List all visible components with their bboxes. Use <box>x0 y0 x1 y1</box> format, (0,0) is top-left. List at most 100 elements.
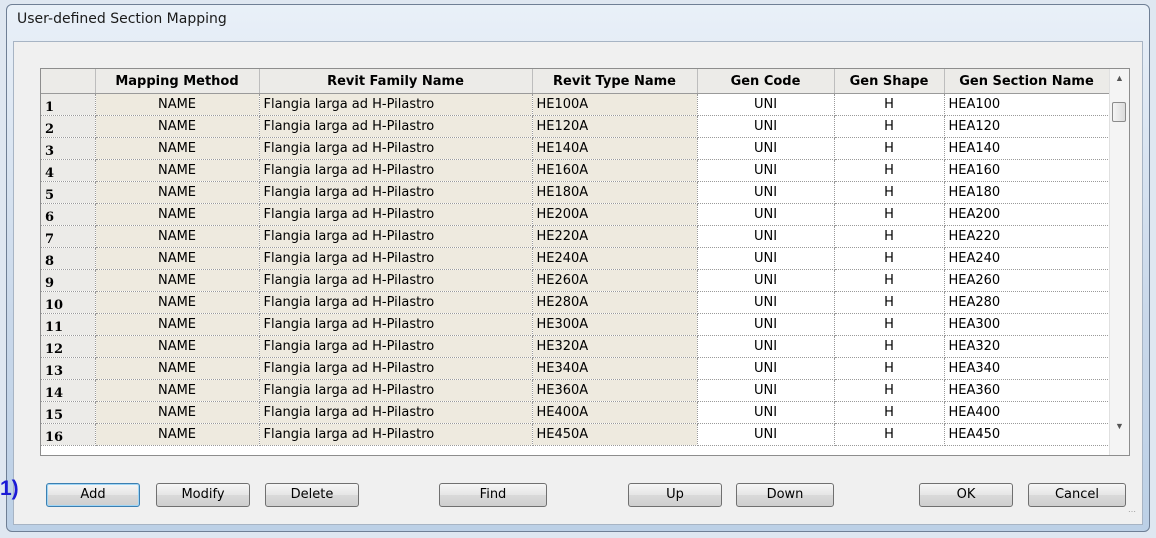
cell-revit-family-name[interactable]: Flangia larga ad H-Pilastro <box>259 115 533 138</box>
modify-button[interactable]: Modify <box>156 483 250 507</box>
up-button[interactable]: Up <box>628 483 722 507</box>
cell-gen-code[interactable]: UNI <box>697 203 835 226</box>
scroll-thumb[interactable] <box>1112 102 1126 122</box>
row-number[interactable]: 11 <box>41 313 96 336</box>
resize-grip-icon[interactable]: ⋯ <box>1124 506 1136 518</box>
cell-gen-shape[interactable]: H <box>834 335 945 358</box>
cell-gen-shape[interactable]: H <box>834 159 945 182</box>
cell-mapping-method[interactable]: NAME <box>95 423 260 446</box>
table-row[interactable]: 10 NAME Flangia larga ad H-Pilastro HE280A U… <box>41 291 1110 314</box>
cell-revit-type-name[interactable]: HE300A <box>532 313 698 336</box>
cell-gen-code[interactable]: UNI <box>697 93 835 116</box>
cell-revit-type-name[interactable]: HE180A <box>532 181 698 204</box>
cell-gen-section-name[interactable]: HEA320 <box>944 335 1110 358</box>
cell-revit-type-name[interactable]: HE360A <box>532 379 698 402</box>
cell-revit-family-name[interactable]: Flangia larga ad H-Pilastro <box>259 269 533 292</box>
cell-mapping-method[interactable]: NAME <box>95 379 260 402</box>
row-number[interactable]: 10 <box>41 291 96 314</box>
table-row[interactable]: 9 NAME Flangia larga ad H-Pilastro HE260A UN… <box>41 269 1110 292</box>
column-header-gen-code[interactable]: Gen Code <box>697 69 835 94</box>
cell-revit-type-name[interactable]: HE200A <box>532 203 698 226</box>
cell-gen-code[interactable]: UNI <box>697 247 835 270</box>
cell-gen-section-name[interactable]: HEA260 <box>944 269 1110 292</box>
cell-gen-shape[interactable]: H <box>834 401 945 424</box>
table-row[interactable]: 3 NAME Flangia larga ad H-Pilastro HE140A UN… <box>41 137 1110 160</box>
cell-gen-code[interactable]: UNI <box>697 269 835 292</box>
cell-gen-section-name[interactable]: HEA220 <box>944 225 1110 248</box>
row-number[interactable]: 8 <box>41 247 96 270</box>
cell-revit-type-name[interactable]: HE120A <box>532 115 698 138</box>
cell-gen-section-name[interactable]: HEA200 <box>944 203 1110 226</box>
cell-gen-shape[interactable]: H <box>834 313 945 336</box>
cell-gen-shape[interactable]: H <box>834 93 945 116</box>
cell-mapping-method[interactable]: NAME <box>95 357 260 380</box>
cell-gen-code[interactable]: UNI <box>697 291 835 314</box>
row-number[interactable]: 2 <box>41 115 96 138</box>
cell-gen-code[interactable]: UNI <box>697 313 835 336</box>
column-header-revit-family-name[interactable]: Revit Family Name <box>259 69 533 94</box>
column-header-gen-section-name[interactable]: Gen Section Name <box>944 69 1110 94</box>
cell-gen-code[interactable]: UNI <box>697 137 835 160</box>
table-row[interactable]: 8 NAME Flangia larga ad H-Pilastro HE240A UN… <box>41 247 1110 270</box>
table-row[interactable]: 7 NAME Flangia larga ad H-Pilastro HE220A UN… <box>41 225 1110 248</box>
cell-gen-section-name[interactable]: HEA180 <box>944 181 1110 204</box>
row-number[interactable]: 12 <box>41 335 96 358</box>
cell-revit-type-name[interactable]: HE320A <box>532 335 698 358</box>
cell-gen-shape[interactable]: H <box>834 291 945 314</box>
cell-revit-family-name[interactable]: Flangia larga ad H-Pilastro <box>259 203 533 226</box>
cell-revit-type-name[interactable]: HE140A <box>532 137 698 160</box>
cell-gen-section-name[interactable]: HEA450 <box>944 423 1110 446</box>
table-row[interactable]: 2 NAME Flangia larga ad H-Pilastro HE120A UN… <box>41 115 1110 138</box>
cell-revit-type-name[interactable]: HE400A <box>532 401 698 424</box>
table-row[interactable]: 4 NAME Flangia larga ad H-Pilastro HE160A UN… <box>41 159 1110 182</box>
column-header-revit-type-name[interactable]: Revit Type Name <box>532 69 698 94</box>
cell-gen-code[interactable]: UNI <box>697 159 835 182</box>
cell-gen-code[interactable]: UNI <box>697 423 835 446</box>
row-number[interactable]: 5 <box>41 181 96 204</box>
cell-revit-family-name[interactable]: Flangia larga ad H-Pilastro <box>259 93 533 116</box>
mapping-grid[interactable]: Mapping Method Revit Family Name Revit T… <box>40 68 1130 456</box>
table-row[interactable]: 11 NAME Flangia larga ad H-Pilastro HE300A U… <box>41 313 1110 336</box>
cell-gen-shape[interactable]: H <box>834 423 945 446</box>
find-button[interactable]: Find <box>439 483 547 507</box>
cell-gen-section-name[interactable]: HEA400 <box>944 401 1110 424</box>
cell-gen-shape[interactable]: H <box>834 379 945 402</box>
table-row[interactable]: 1 NAME Flangia larga ad H-Pilastro HE100A UN… <box>41 93 1110 116</box>
row-number[interactable]: 14 <box>41 379 96 402</box>
cell-gen-section-name[interactable]: HEA340 <box>944 357 1110 380</box>
cell-revit-type-name[interactable]: HE340A <box>532 357 698 380</box>
cell-revit-type-name[interactable]: HE280A <box>532 291 698 314</box>
column-header-gen-shape[interactable]: Gen Shape <box>834 69 945 94</box>
cell-gen-shape[interactable]: H <box>834 357 945 380</box>
cell-mapping-method[interactable]: NAME <box>95 159 260 182</box>
table-row[interactable]: 12 NAME Flangia larga ad H-Pilastro HE320A U… <box>41 335 1110 358</box>
cell-gen-shape[interactable]: H <box>834 225 945 248</box>
row-number[interactable]: 9 <box>41 269 96 292</box>
cell-revit-family-name[interactable]: Flangia larga ad H-Pilastro <box>259 357 533 380</box>
cell-gen-code[interactable]: UNI <box>697 115 835 138</box>
cell-mapping-method[interactable]: NAME <box>95 335 260 358</box>
cell-mapping-method[interactable]: NAME <box>95 313 260 336</box>
cell-gen-shape[interactable]: H <box>834 247 945 270</box>
cell-revit-type-name[interactable]: HE160A <box>532 159 698 182</box>
cell-revit-type-name[interactable]: HE100A <box>532 93 698 116</box>
cell-revit-family-name[interactable]: Flangia larga ad H-Pilastro <box>259 137 533 160</box>
cell-revit-type-name[interactable]: HE220A <box>532 225 698 248</box>
cell-gen-section-name[interactable]: HEA240 <box>944 247 1110 270</box>
cell-gen-code[interactable]: UNI <box>697 357 835 380</box>
row-number[interactable]: 15 <box>41 401 96 424</box>
row-number[interactable]: 1 <box>41 93 96 116</box>
cell-revit-type-name[interactable]: HE260A <box>532 269 698 292</box>
cell-gen-section-name[interactable]: HEA280 <box>944 291 1110 314</box>
row-number[interactable]: 4 <box>41 159 96 182</box>
cell-gen-code[interactable]: UNI <box>697 335 835 358</box>
cell-gen-shape[interactable]: H <box>834 269 945 292</box>
cell-revit-family-name[interactable]: Flangia larga ad H-Pilastro <box>259 423 533 446</box>
cell-revit-type-name[interactable]: HE240A <box>532 247 698 270</box>
row-number[interactable]: 16 <box>41 423 96 446</box>
cell-mapping-method[interactable]: NAME <box>95 203 260 226</box>
cell-mapping-method[interactable]: NAME <box>95 115 260 138</box>
cell-revit-family-name[interactable]: Flangia larga ad H-Pilastro <box>259 335 533 358</box>
cell-gen-code[interactable]: UNI <box>697 181 835 204</box>
ok-button[interactable]: OK <box>919 483 1013 507</box>
